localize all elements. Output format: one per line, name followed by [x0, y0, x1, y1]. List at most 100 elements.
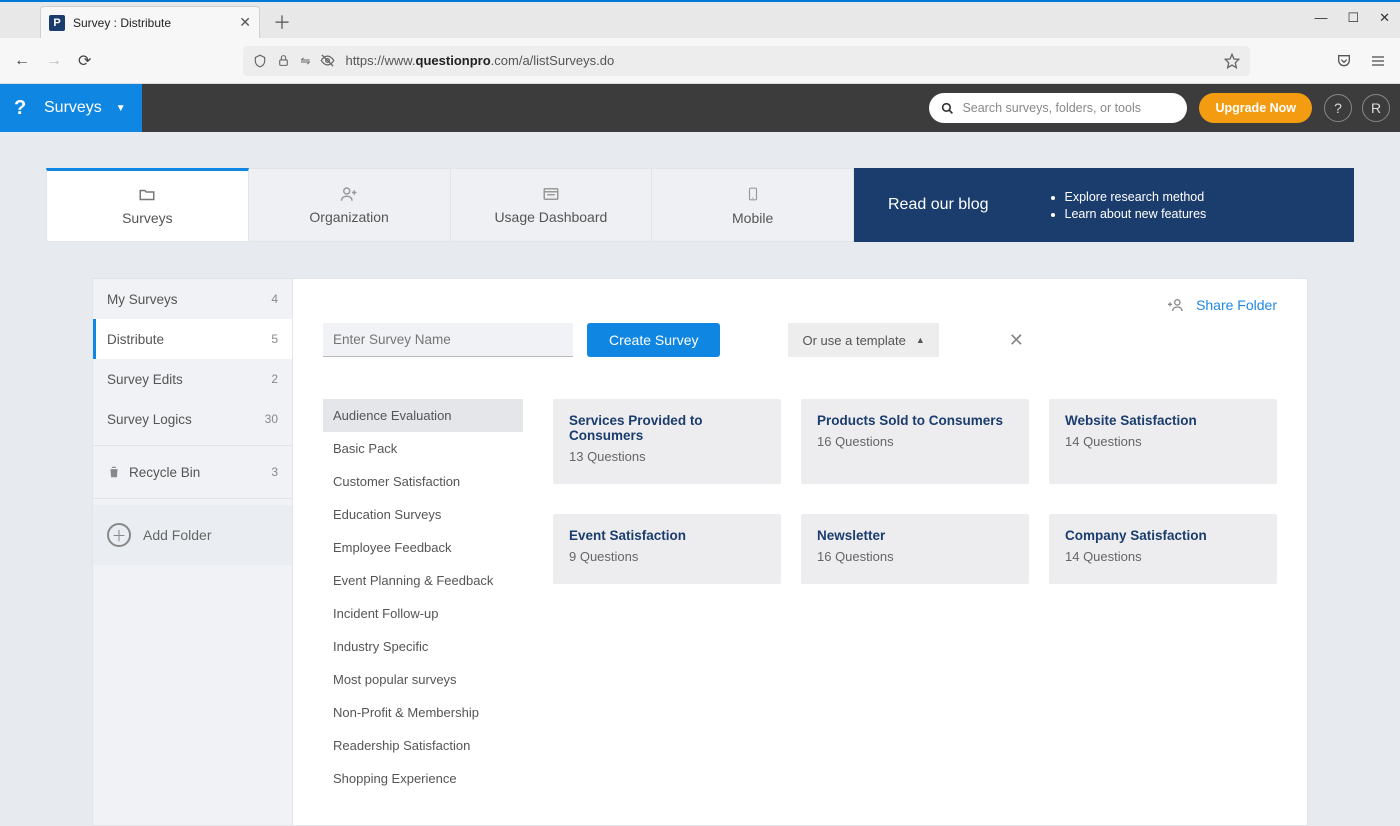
brand-label: Surveys — [44, 99, 102, 117]
card-title: Products Sold to Consumers — [817, 413, 1013, 428]
template-cards: Services Provided to Consumers 13 Questio… — [553, 399, 1277, 795]
sidebar-item-recycle-bin[interactable]: Recycle Bin 3 — [93, 452, 292, 492]
tab-organization[interactable]: Organization — [249, 168, 451, 242]
new-tab-button[interactable]: ＋ — [264, 6, 300, 38]
blog-card[interactable]: Read our blog Explore research method Le… — [854, 168, 1354, 242]
card-sub: 16 Questions — [817, 434, 1013, 449]
caret-up-icon: ▲ — [916, 335, 925, 345]
category-item[interactable]: Shopping Experience — [323, 762, 523, 795]
window-maximize[interactable]: ☐ — [1347, 10, 1359, 26]
tab-strip: P Survey : Distribute ✕ ＋ — [0, 2, 1400, 38]
category-item[interactable]: Education Surveys — [323, 498, 523, 531]
people-icon — [338, 185, 360, 203]
category-list: Audience EvaluationBasic PackCustomer Sa… — [323, 399, 523, 795]
upgrade-button[interactable]: Upgrade Now — [1199, 93, 1312, 123]
sidebar-item-label: My Surveys — [107, 292, 178, 307]
card-title: Company Satisfaction — [1065, 528, 1261, 543]
card-sub: 13 Questions — [569, 449, 765, 464]
card-title: Services Provided to Consumers — [569, 413, 765, 443]
caret-down-icon: ▼ — [116, 103, 126, 114]
create-survey-button[interactable]: Create Survey — [587, 323, 720, 357]
card-title: Newsletter — [817, 528, 1013, 543]
add-folder-button[interactable]: ＋ Add Folder — [93, 505, 292, 565]
tab-surveys[interactable]: Surveys — [46, 168, 249, 242]
window-close[interactable]: ✕ — [1379, 10, 1390, 26]
window-minimize[interactable]: — — [1314, 10, 1327, 26]
template-toggle-label: Or use a template — [802, 333, 905, 348]
reload-icon[interactable]: ⟳ — [78, 51, 91, 71]
back-icon[interactable]: ← — [14, 52, 30, 70]
sidebar-item-count: 2 — [271, 372, 278, 386]
sidebar-item-survey-edits[interactable]: Survey Edits 2 — [93, 359, 292, 399]
template-card[interactable]: Event Satisfaction 9 Questions — [553, 514, 781, 584]
sidebar-item-count: 3 — [271, 465, 278, 479]
brand-logo-icon: ? — [14, 97, 34, 120]
template-card[interactable]: Website Satisfaction14 Questions — [1049, 399, 1277, 484]
person-add-icon — [1166, 297, 1186, 313]
tab-usage-dashboard[interactable]: Usage Dashboard — [451, 168, 653, 242]
category-item[interactable]: Employee Feedback — [323, 531, 523, 564]
category-item[interactable]: Customer Satisfaction — [323, 465, 523, 498]
lock-icon — [277, 54, 290, 67]
survey-name-input[interactable] — [323, 323, 573, 357]
search-input[interactable]: Search surveys, folders, or tools — [929, 93, 1187, 123]
template-card[interactable]: Newsletter 16 Questions — [801, 514, 1029, 584]
close-icon[interactable]: ✕ — [1009, 330, 1024, 351]
tab-label: Surveys — [122, 210, 173, 226]
template-toggle[interactable]: Or use a template ▲ — [788, 323, 938, 357]
sidebar-item-distribute[interactable]: Distribute 5 — [93, 319, 292, 359]
category-item[interactable]: Event Planning & Feedback — [323, 564, 523, 597]
card-title: Event Satisfaction — [569, 528, 765, 543]
shield-icon — [253, 54, 267, 68]
sidebar-item-count: 5 — [271, 332, 278, 346]
tab-close-icon[interactable]: ✕ — [239, 14, 251, 31]
help-button[interactable]: ? — [1324, 94, 1352, 122]
url-box[interactable]: ⇋ https://www.questionpro.com/a/listSurv… — [243, 46, 1250, 76]
category-item[interactable]: Non-Profit & Membership — [323, 696, 523, 729]
pocket-icon[interactable] — [1336, 53, 1352, 69]
tab-mobile[interactable]: Mobile — [652, 168, 854, 242]
card-sub: 14 Questions — [1065, 549, 1261, 564]
blog-bullets: Explore research method Learn about new … — [1049, 187, 1207, 224]
template-card[interactable]: Services Provided to Consumers 13 Questio… — [553, 399, 781, 484]
card-title: Website Satisfaction — [1065, 413, 1261, 428]
category-item[interactable]: Audience Evaluation — [323, 399, 523, 432]
category-item[interactable]: Most popular surveys — [323, 663, 523, 696]
category-item[interactable]: Incident Follow-up — [323, 597, 523, 630]
sidebar-item-label: Distribute — [107, 332, 164, 347]
plus-circle-icon: ＋ — [107, 523, 131, 547]
trash-icon — [107, 465, 121, 479]
menu-icon[interactable] — [1370, 53, 1386, 69]
category-item[interactable]: Industry Specific — [323, 630, 523, 663]
category-item[interactable]: Basic Pack — [323, 432, 523, 465]
sidebar: My Surveys 4 Distribute 5 Survey Edits 2… — [93, 279, 293, 825]
sidebar-item-label: Recycle Bin — [129, 465, 200, 480]
search-icon — [941, 102, 954, 115]
card-sub: 9 Questions — [569, 549, 765, 564]
share-folder-button[interactable]: Share Folder — [323, 297, 1277, 313]
forward-icon: → — [46, 52, 62, 70]
mobile-icon — [746, 184, 760, 204]
star-icon[interactable] — [1224, 53, 1240, 69]
add-folder-label: Add Folder — [143, 527, 211, 543]
app-bar: ? Surveys ▼ Search surveys, folders, or … — [0, 84, 1400, 132]
category-item[interactable]: Readership Satisfaction — [323, 729, 523, 762]
sidebar-item-my-surveys[interactable]: My Surveys 4 — [93, 279, 292, 319]
sidebar-item-survey-logics[interactable]: Survey Logics 30 — [93, 399, 292, 439]
favicon-icon: P — [49, 15, 65, 31]
tab-label: Usage Dashboard — [494, 209, 607, 225]
no-tracking-icon — [320, 53, 335, 68]
address-bar: ← → ⟳ ⇋ https://www.questionpro.com/a/li… — [0, 38, 1400, 84]
browser-tab[interactable]: P Survey : Distribute ✕ — [40, 6, 260, 38]
sidebar-item-label: Survey Edits — [107, 372, 183, 387]
brand-dropdown[interactable]: ? Surveys ▼ — [0, 84, 142, 132]
template-card[interactable]: Products Sold to Consumers 16 Questions — [801, 399, 1029, 484]
blog-title: Read our blog — [888, 196, 989, 214]
sidebar-item-count: 30 — [265, 412, 278, 426]
card-sub: 16 Questions — [817, 549, 1013, 564]
avatar[interactable]: R — [1362, 94, 1390, 122]
sidebar-item-count: 4 — [271, 292, 278, 306]
template-card[interactable]: Company Satisfaction 14 Questions — [1049, 514, 1277, 584]
dashboard-icon — [540, 185, 562, 203]
permissions-icon: ⇋ — [300, 54, 310, 68]
